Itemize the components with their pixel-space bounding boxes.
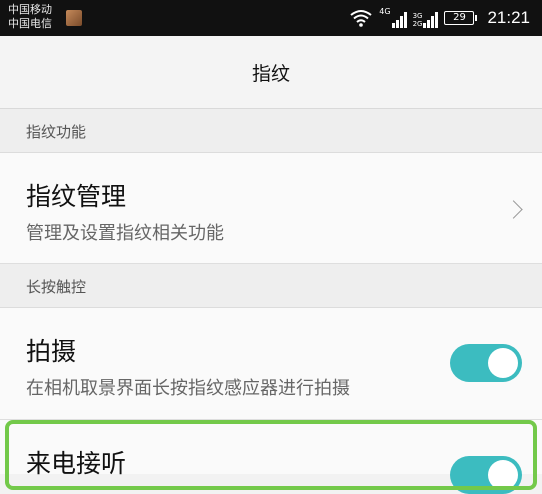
section-header-fingerprint-functions: 指纹功能: [0, 109, 542, 153]
battery-level: 29: [444, 11, 475, 25]
network-type-4g: 4G: [379, 7, 391, 16]
section-header-label: 长按触控: [26, 278, 87, 296]
status-indicators: 4G 3G 2G 29 21:21: [349, 0, 530, 36]
toggle-knob: [488, 348, 518, 378]
capture-photo-row[interactable]: 拍摄 在相机取景界面长按指纹感应器进行拍摄: [0, 308, 542, 420]
status-bar: 中国移动 中国电信 4G 3G 2G 29 21:21: [0, 0, 542, 36]
capture-photo-toggle[interactable]: [450, 344, 522, 382]
app-notification-icon: [66, 10, 82, 26]
network-type-3g: 3G: [412, 12, 423, 20]
clock: 21:21: [487, 8, 530, 27]
wifi-icon: [350, 10, 372, 27]
row-title: 指纹管理: [26, 182, 127, 211]
toggle-knob: [488, 460, 518, 490]
network-type-2g: 2G: [412, 20, 423, 28]
signal-4g-icon: 4G: [379, 7, 407, 28]
section-header-label: 指纹功能: [26, 123, 87, 141]
page-title: 指纹: [251, 62, 290, 85]
row-subtitle: 管理及设置指纹相关功能: [26, 223, 224, 244]
section-header-long-press: 长按触控: [0, 264, 542, 308]
carrier-labels: 中国移动 中国电信: [8, 3, 52, 31]
fingerprint-management-row[interactable]: 指纹管理 管理及设置指纹相关功能: [0, 153, 542, 264]
carrier-label-1: 中国移动: [8, 3, 52, 16]
answer-call-toggle[interactable]: [450, 456, 522, 494]
row-subtitle: 在相机取景界面长按指纹感应器进行拍摄: [26, 378, 350, 399]
title-bar: 指纹: [0, 36, 542, 109]
battery-icon: 29: [444, 11, 478, 25]
signal-3g2g-icon: 3G 2G: [413, 8, 439, 28]
answer-call-row[interactable]: 来电接听: [0, 420, 542, 494]
row-title: 来电接听: [26, 449, 127, 478]
chevron-right-icon: [504, 200, 523, 219]
carrier-label-2: 中国电信: [8, 17, 52, 30]
row-title: 拍摄: [26, 337, 77, 366]
